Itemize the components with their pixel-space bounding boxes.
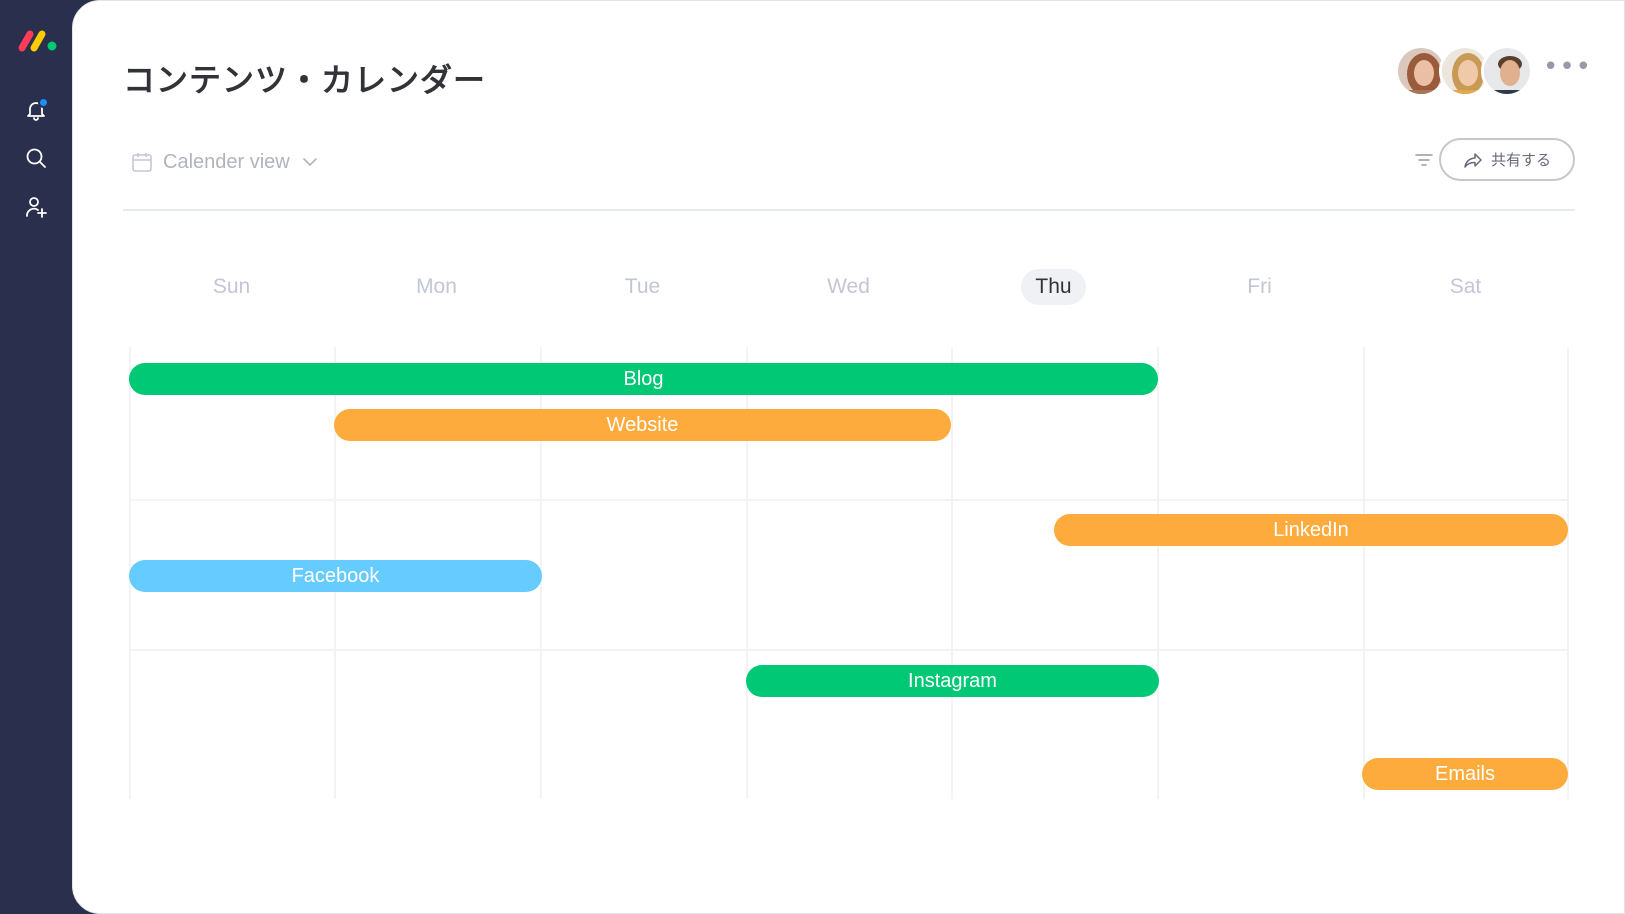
board-title[interactable]: コンテンツ・カレンダー (123, 55, 486, 101)
share-button-label: 共有する (1490, 151, 1551, 169)
weekday-label: Mon (416, 275, 457, 298)
weekday-label: Wed (827, 275, 870, 298)
weekday-label: Fri (1247, 275, 1272, 298)
notification-dot (38, 97, 49, 108)
grid-row-line (129, 649, 1569, 651)
search-icon[interactable] (24, 146, 48, 170)
monday-logo[interactable] (16, 26, 62, 54)
grid-row-line (129, 499, 1569, 501)
add-user-icon[interactable] (24, 195, 48, 219)
share-icon (1464, 152, 1482, 168)
weekday-label-today: Thu (951, 269, 1156, 305)
view-selector[interactable]: Calender view (131, 147, 318, 177)
avatar[interactable] (1481, 45, 1533, 97)
chevron-down-icon (302, 158, 317, 167)
calendar-icon (132, 153, 152, 172)
grid-column-line (1157, 347, 1159, 799)
event-bar-facebook[interactable]: Facebook (129, 560, 542, 592)
grid-column-line (1567, 347, 1569, 799)
filter-icon[interactable] (1413, 149, 1435, 171)
weekday-label: Tue (624, 275, 661, 298)
sidebar (0, 0, 72, 914)
view-selector-label: Calender view (163, 150, 290, 173)
event-bar-blog[interactable]: Blog (129, 363, 1158, 395)
event-bar-emails[interactable]: Emails (1362, 758, 1568, 790)
event-bar-instagram[interactable]: Instagram (746, 665, 1159, 697)
weekday-header: Sun Mon Tue Wed Thu Fri Sat (129, 269, 1569, 305)
more-options-button[interactable]: ••• (1543, 54, 1591, 80)
weekday-label: Sat (1449, 275, 1482, 298)
weekday-label: Sun (212, 275, 251, 298)
grid-column-line (1363, 347, 1365, 799)
event-bar-website[interactable]: Website (334, 409, 951, 441)
header-divider (123, 209, 1575, 211)
calendar-grid: Blog Website LinkedIn Facebook Instagram… (129, 347, 1569, 799)
event-bar-linkedin[interactable]: LinkedIn (1054, 514, 1568, 546)
avatar-group[interactable] (1395, 45, 1535, 97)
grid-column-line (951, 347, 953, 799)
main-panel: コンテンツ・カレンダー ••• Calender view 共有する Sun M… (72, 0, 1625, 914)
share-button[interactable]: 共有する (1439, 138, 1575, 181)
